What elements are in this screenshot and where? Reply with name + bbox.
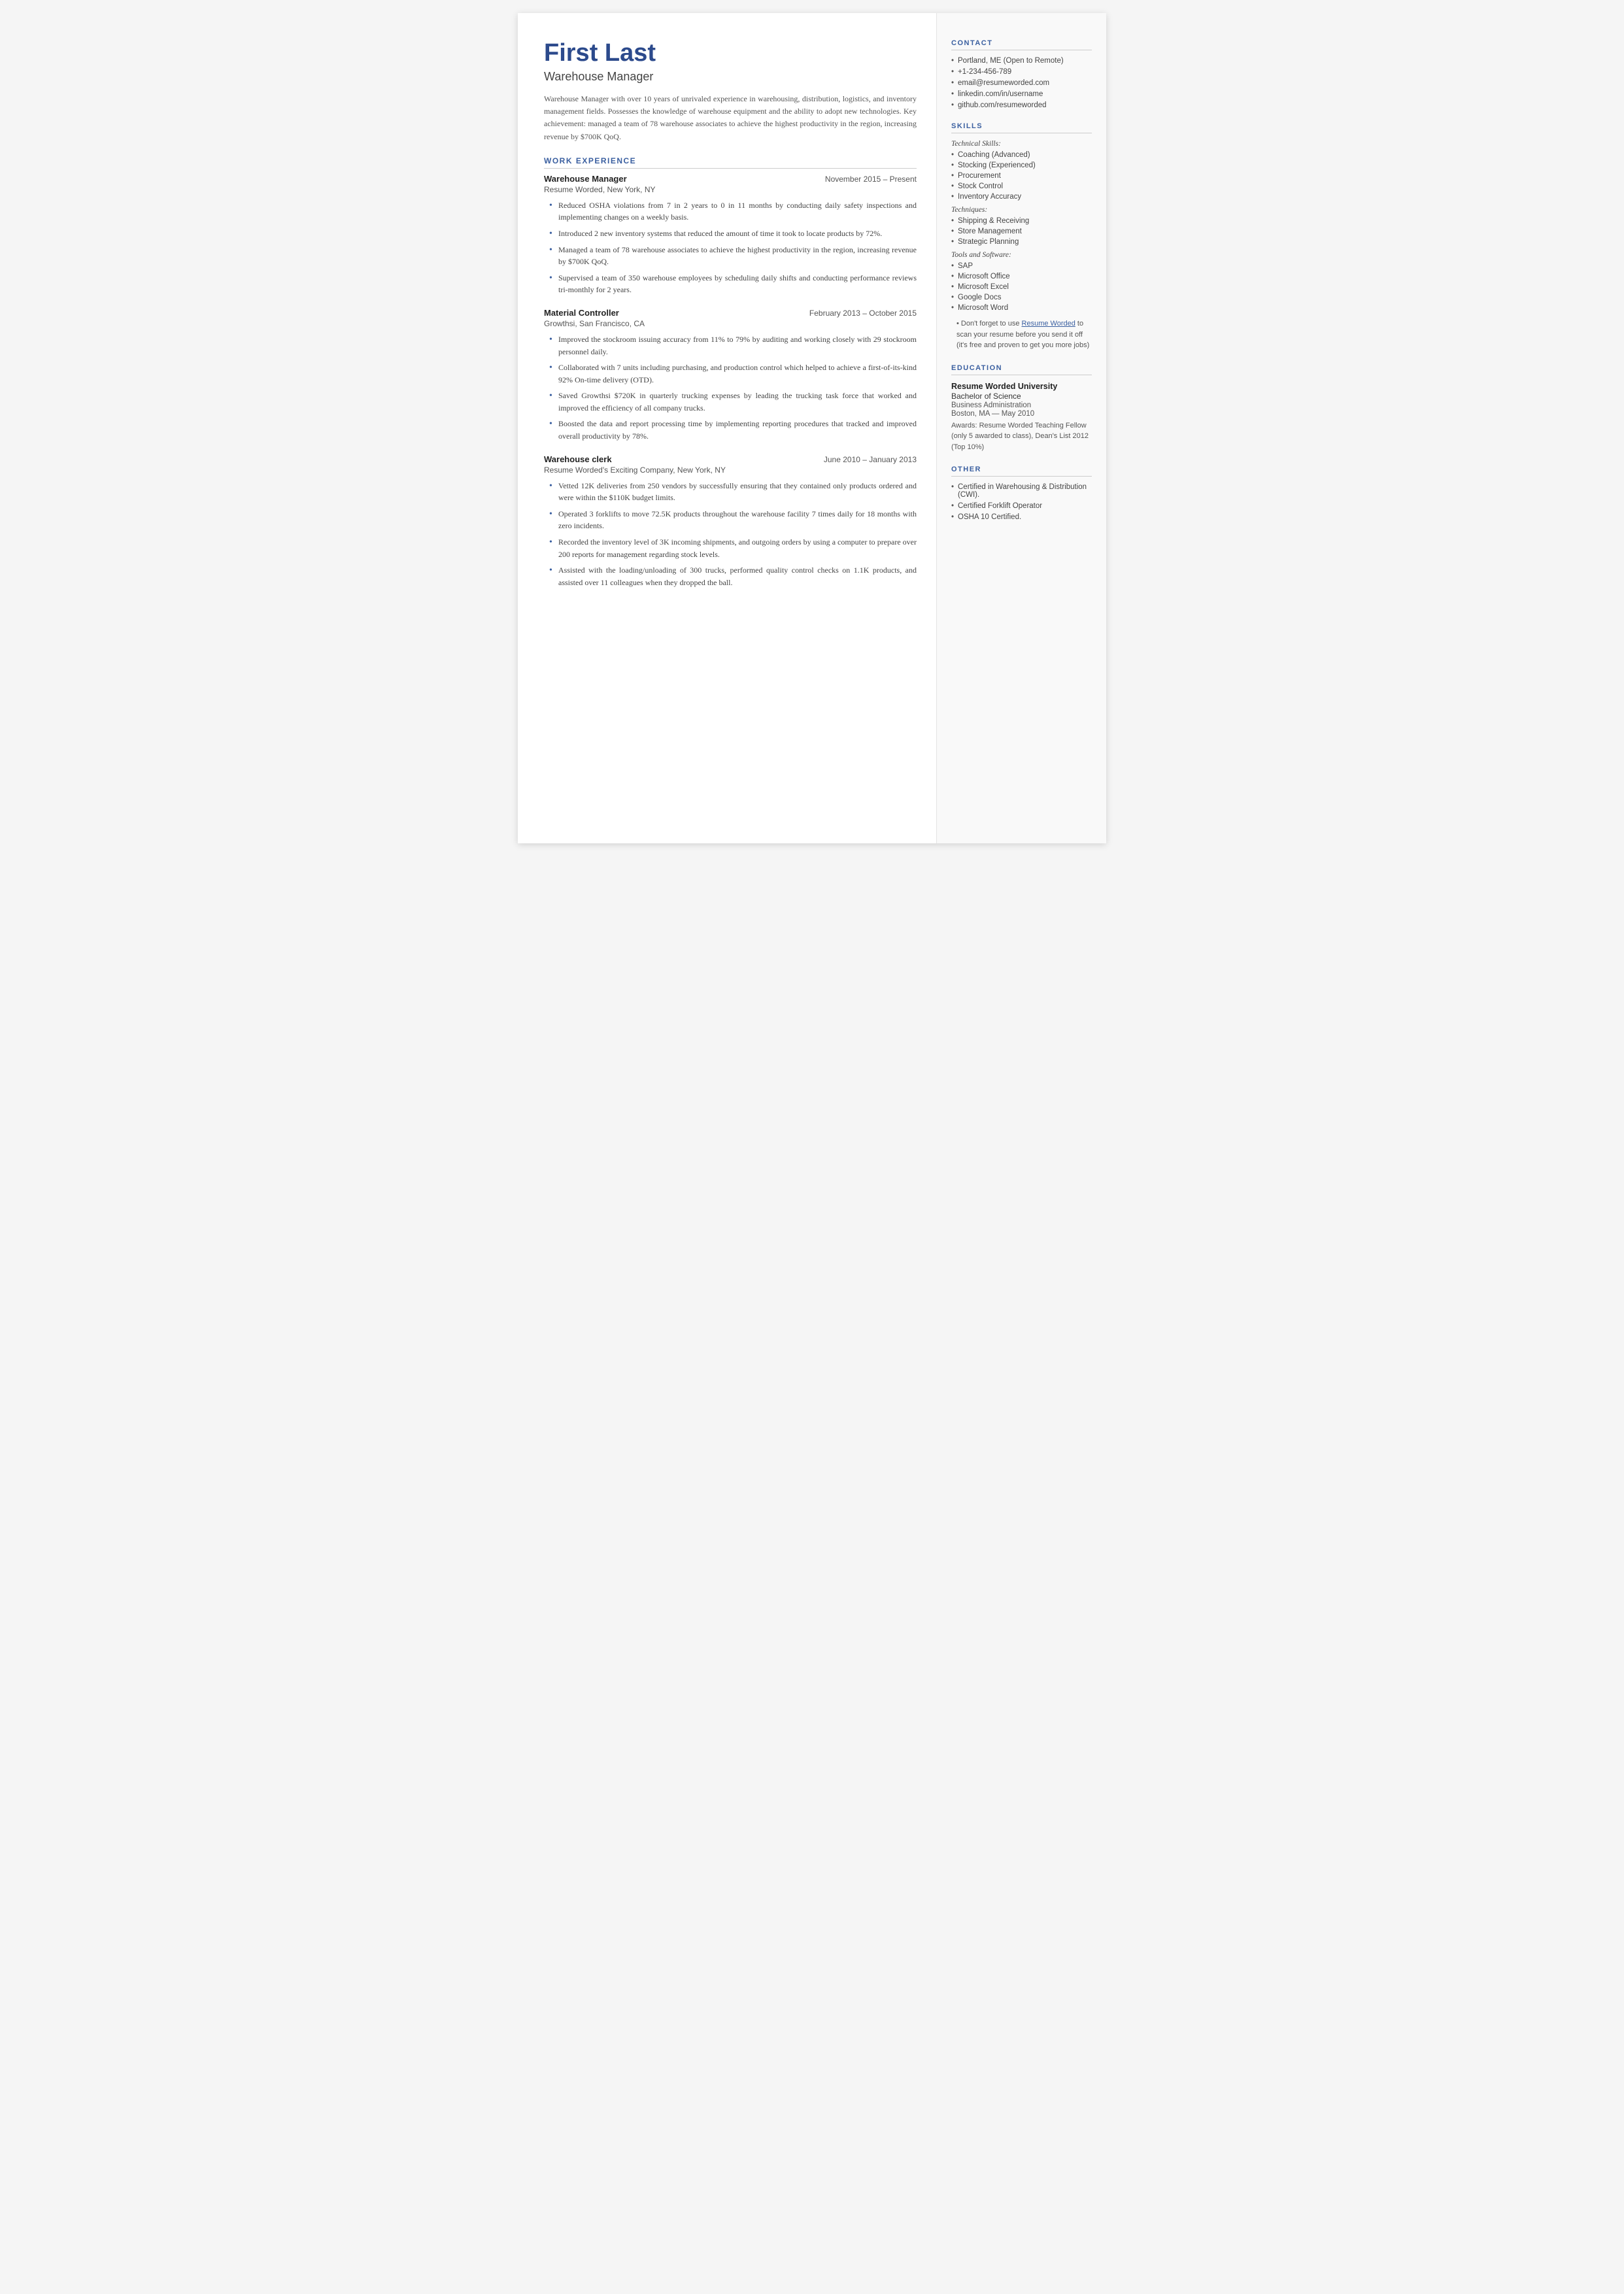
list-item: Stock Control bbox=[951, 182, 1092, 190]
job-company-3: Resume Worded's Exciting Company, New Yo… bbox=[544, 465, 917, 475]
job-bullets-3: Vetted 12K deliveries from 250 vendors b… bbox=[544, 480, 917, 589]
list-item: Certified Forklift Operator bbox=[951, 502, 1092, 510]
edu-degree: Bachelor of Science bbox=[951, 392, 1092, 401]
list-item: Operated 3 forklifts to move 72.5K produ… bbox=[549, 508, 917, 532]
tools-list: SAP Microsoft Office Microsoft Excel Goo… bbox=[951, 262, 1092, 312]
list-item: Saved Growthsi $720K in quarterly trucki… bbox=[549, 390, 917, 414]
list-item: Microsoft Excel bbox=[951, 283, 1092, 291]
job-header-2: Material Controller February 2013 – Octo… bbox=[544, 308, 917, 318]
list-item: +1-234-456-789 bbox=[951, 68, 1092, 76]
list-item: Coaching (Advanced) bbox=[951, 151, 1092, 159]
list-item: Google Docs bbox=[951, 294, 1092, 301]
job-title-2: Material Controller bbox=[544, 308, 619, 318]
techniques-label: Techniques: bbox=[951, 206, 1092, 214]
job-dates-1: November 2015 – Present bbox=[825, 175, 917, 184]
technical-skills-list: Coaching (Advanced) Stocking (Experience… bbox=[951, 151, 1092, 201]
list-item: Inventory Accuracy bbox=[951, 193, 1092, 201]
list-item: Recorded the inventory level of 3K incom… bbox=[549, 536, 917, 560]
job-company-2: Growthsi, San Francisco, CA bbox=[544, 319, 917, 328]
job-block-3: Warehouse clerk June 2010 – January 2013… bbox=[544, 454, 917, 589]
contact-list: Portland, ME (Open to Remote) +1-234-456… bbox=[951, 57, 1092, 109]
job-dates-2: February 2013 – October 2015 bbox=[809, 309, 917, 318]
technical-skills-label: Technical Skills: bbox=[951, 140, 1092, 148]
list-item: SAP bbox=[951, 262, 1092, 270]
job-block-1: Warehouse Manager November 2015 – Presen… bbox=[544, 174, 917, 296]
job-dates-3: June 2010 – January 2013 bbox=[824, 455, 917, 464]
edu-school: Resume Worded University bbox=[951, 382, 1092, 391]
left-column: First Last Warehouse Manager Warehouse M… bbox=[518, 13, 936, 843]
summary-text: Warehouse Manager with over 10 years of … bbox=[544, 93, 917, 143]
promo-text: • Don't forget to use Resume Worded to s… bbox=[951, 318, 1092, 351]
job-block-2: Material Controller February 2013 – Octo… bbox=[544, 308, 917, 443]
list-item: Certified in Warehousing & Distribution … bbox=[951, 483, 1092, 499]
job-company-1: Resume Worded, New York, NY bbox=[544, 185, 917, 194]
list-item: Managed a team of 78 warehouse associate… bbox=[549, 244, 917, 268]
list-item: linkedin.com/in/username bbox=[951, 90, 1092, 98]
list-item: github.com/resumeworded bbox=[951, 101, 1092, 109]
work-experience-header: WORK EXPERIENCE bbox=[544, 156, 917, 169]
list-item: Collaborated with 7 units including purc… bbox=[549, 362, 917, 386]
job-title-1: Warehouse Manager bbox=[544, 174, 627, 184]
job-bullets-2: Improved the stockroom issuing accuracy … bbox=[544, 333, 917, 443]
skills-header: SKILLS bbox=[951, 122, 1092, 133]
job-bullets-1: Reduced OSHA violations from 7 in 2 year… bbox=[544, 199, 917, 296]
list-item: Improved the stockroom issuing accuracy … bbox=[549, 333, 917, 358]
other-list: Certified in Warehousing & Distribution … bbox=[951, 483, 1092, 521]
resume-page: First Last Warehouse Manager Warehouse M… bbox=[518, 13, 1106, 843]
contact-header: CONTACT bbox=[951, 39, 1092, 50]
edu-awards: Awards: Resume Worded Teaching Fellow (o… bbox=[951, 420, 1092, 453]
promo-before: • Don't forget to use bbox=[956, 320, 1022, 328]
other-header: OTHER bbox=[951, 465, 1092, 477]
list-item: Shipping & Receiving bbox=[951, 217, 1092, 225]
list-item: Assisted with the loading/unloading of 3… bbox=[549, 564, 917, 588]
education-header: EDUCATION bbox=[951, 364, 1092, 375]
list-item: Boosted the data and report processing t… bbox=[549, 418, 917, 442]
full-name: First Last bbox=[544, 39, 917, 67]
list-item: OSHA 10 Certified. bbox=[951, 513, 1092, 521]
job-title-3: Warehouse clerk bbox=[544, 454, 612, 464]
list-item: Procurement bbox=[951, 172, 1092, 180]
list-item: Supervised a team of 350 warehouse emplo… bbox=[549, 272, 917, 296]
list-item: Vetted 12K deliveries from 250 vendors b… bbox=[549, 480, 917, 504]
list-item: Store Management bbox=[951, 228, 1092, 235]
promo-link[interactable]: Resume Worded bbox=[1022, 320, 1075, 328]
list-item: Microsoft Office bbox=[951, 273, 1092, 280]
list-item: Stocking (Experienced) bbox=[951, 161, 1092, 169]
edu-field: Business Administration bbox=[951, 401, 1092, 409]
list-item: email@resumeworded.com bbox=[951, 79, 1092, 87]
list-item: Reduced OSHA violations from 7 in 2 year… bbox=[549, 199, 917, 224]
edu-location: Boston, MA — May 2010 bbox=[951, 410, 1092, 418]
list-item: Strategic Planning bbox=[951, 238, 1092, 246]
job-header-1: Warehouse Manager November 2015 – Presen… bbox=[544, 174, 917, 184]
list-item: Microsoft Word bbox=[951, 304, 1092, 312]
list-item: Portland, ME (Open to Remote) bbox=[951, 57, 1092, 65]
tools-label: Tools and Software: bbox=[951, 251, 1092, 259]
job-header-3: Warehouse clerk June 2010 – January 2013 bbox=[544, 454, 917, 464]
job-title: Warehouse Manager bbox=[544, 70, 917, 84]
techniques-list: Shipping & Receiving Store Management St… bbox=[951, 217, 1092, 246]
right-column: CONTACT Portland, ME (Open to Remote) +1… bbox=[936, 13, 1106, 843]
list-item: Introduced 2 new inventory systems that … bbox=[549, 228, 917, 240]
